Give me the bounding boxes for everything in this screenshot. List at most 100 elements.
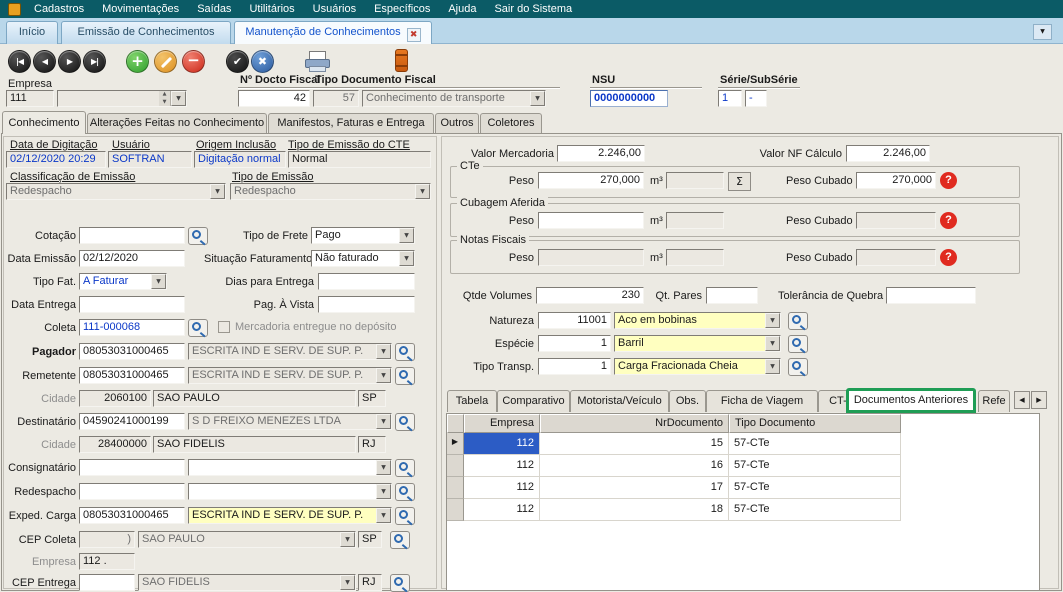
confirm-button[interactable]: ✔	[226, 50, 249, 73]
subtab-motorista-veiculo[interactable]: Motorista/Veículo	[570, 390, 669, 412]
destinatario-doc-field[interactable]: 04590241000199	[79, 413, 185, 430]
search-cotacao-button[interactable]	[188, 227, 208, 245]
exped-carga-combo[interactable]: ESCRITA IND E SERV. DE SUP. P.▼	[188, 507, 392, 524]
grid-cell-empresa[interactable]: 112	[464, 477, 540, 499]
tab-conhecimento[interactable]: Conhecimento	[2, 111, 86, 134]
subtab-ficha-de-viagem[interactable]: Ficha de Viagem	[706, 390, 818, 412]
search-cep-entrega-button[interactable]	[390, 574, 410, 592]
grid-cell-nrdocumento[interactable]: 18	[540, 499, 729, 521]
chevron-down-icon[interactable]: ▼	[399, 251, 414, 266]
print-button[interactable]	[305, 51, 331, 72]
cep-entrega-field[interactable]	[79, 574, 135, 591]
search-destinatario-button[interactable]	[395, 413, 415, 431]
grid-header-empresa[interactable]: Empresa	[464, 414, 540, 433]
especie-cod-field[interactable]: 1	[538, 335, 611, 352]
cte-peso-cubado-field[interactable]: 270,000	[856, 172, 936, 189]
tab-outros[interactable]: Outros	[435, 113, 479, 133]
pag-vista-field[interactable]	[318, 296, 415, 313]
cte-help-icon[interactable]: ?	[940, 172, 957, 189]
remetente-doc-field[interactable]: 08053031000465	[79, 367, 185, 384]
data-entrega-field[interactable]	[79, 296, 185, 313]
natureza-combo[interactable]: Aco em bobinas▼	[614, 312, 781, 329]
subtab-scroll-left-icon[interactable]: ◀	[1014, 391, 1030, 409]
grid-cell-tipo-documento[interactable]: 57-CTe	[729, 455, 901, 477]
grid-cell-empresa[interactable]: 112	[464, 433, 540, 455]
valor-mercadoria-field[interactable]: 2.246,00	[557, 145, 645, 162]
chevron-down-icon[interactable]: ▼	[765, 336, 780, 351]
search-cep-coleta-button[interactable]	[390, 531, 410, 549]
chevron-down-icon[interactable]: ▼	[765, 359, 780, 374]
menu-item-usuarios[interactable]: Usuários	[304, 0, 365, 18]
docto-fiscal-field[interactable]: 42	[238, 90, 310, 107]
menu-item-saidas[interactable]: Saídas	[188, 0, 240, 18]
tipo-transp-combo[interactable]: Carga Fracionada Cheia▼	[614, 358, 781, 375]
search-consignatario-button[interactable]	[395, 459, 415, 477]
subtab-comparativo[interactable]: Comparativo	[497, 390, 570, 412]
tab-inicio[interactable]: Início	[6, 21, 58, 44]
chevron-down-icon[interactable]: ▼	[399, 228, 414, 243]
pagador-doc-field[interactable]: 08053031000465	[79, 343, 185, 360]
subtab-documentos-anteriores[interactable]: Documentos Anteriores	[846, 388, 976, 413]
consignatario-combo[interactable]: ▼	[188, 459, 392, 476]
empresa-spinner[interactable]: ▲▼	[159, 91, 171, 106]
empresa-combo[interactable]: ▲▼ ▼	[57, 90, 187, 107]
serie-field[interactable]: 1	[718, 90, 742, 107]
tab-coletores[interactable]: Coletores	[480, 113, 542, 133]
delete-button[interactable]: −	[182, 50, 205, 73]
grid-cell-tipo-documento[interactable]: 57-CTe	[729, 433, 901, 455]
cte-peso-field[interactable]: 270,000	[538, 172, 644, 189]
natureza-cod-field[interactable]: 11001	[538, 312, 611, 329]
tipo-transp-cod-field[interactable]: 1	[538, 358, 611, 375]
cubagem-peso-field[interactable]	[538, 212, 644, 229]
dias-entrega-field[interactable]	[318, 273, 415, 290]
grid-cell-empresa[interactable]: 112	[464, 499, 540, 521]
subtab-scroll-right-icon[interactable]: ▶	[1031, 391, 1047, 409]
tab-manutencao-de-conhecimentos[interactable]: Manutenção de Conhecimentos✖	[234, 21, 432, 44]
consignatario-doc-field[interactable]	[79, 459, 185, 476]
grid-cell-nrdocumento[interactable]: 17	[540, 477, 729, 499]
close-icon[interactable]: ✖	[407, 28, 421, 42]
data-emissao-field[interactable]: 02/12/2020	[79, 250, 185, 267]
chevron-down-icon[interactable]: ▼	[1033, 24, 1052, 40]
menu-item-ajuda[interactable]: Ajuda	[439, 0, 485, 18]
grid-header-nrdocumento[interactable]: NrDocumento	[540, 414, 729, 433]
tipo-fat-combo[interactable]: A Faturar▼	[79, 273, 167, 290]
search-coleta-button[interactable]	[188, 319, 208, 337]
especie-combo[interactable]: Barril▼	[614, 335, 781, 352]
cancel-button[interactable]: ✖	[251, 50, 274, 73]
chevron-down-icon[interactable]: ▼	[376, 484, 391, 499]
search-tipo-transp-button[interactable]	[788, 358, 808, 376]
add-button[interactable]: +	[126, 50, 149, 73]
search-especie-button[interactable]	[788, 335, 808, 353]
cargo-barrel-icon[interactable]	[395, 49, 408, 72]
menu-item-movimentacoes[interactable]: Movimentações	[93, 0, 188, 18]
search-redespacho-button[interactable]	[395, 483, 415, 501]
chevron-down-icon[interactable]: ▼	[376, 460, 391, 475]
tab-alteracoes[interactable]: Alterações Feitas no Conhecimento	[87, 113, 267, 133]
search-pagador-button[interactable]	[395, 343, 415, 361]
subtab-obs[interactable]: Obs.	[669, 390, 706, 412]
redespacho-doc-field[interactable]	[79, 483, 185, 500]
grid-cell-nrdocumento[interactable]: 16	[540, 455, 729, 477]
coleta-field[interactable]: 111-000068	[79, 319, 185, 336]
redespacho-combo[interactable]: ▼	[188, 483, 392, 500]
sum-button[interactable]: Σ	[728, 172, 751, 191]
chevron-down-icon[interactable]: ▼	[376, 508, 391, 523]
nav-last-button[interactable]: ▶|	[83, 50, 106, 73]
edit-button[interactable]	[154, 50, 177, 73]
nav-first-button[interactable]: |◀	[8, 50, 31, 73]
nav-prev-button[interactable]: ◀	[33, 50, 56, 73]
search-exped-carga-button[interactable]	[395, 507, 415, 525]
tolerancia-field[interactable]	[886, 287, 976, 304]
qtde-volumes-field[interactable]: 230	[536, 287, 644, 304]
cubagem-help-icon[interactable]: ?	[940, 212, 957, 229]
cotacao-field[interactable]	[79, 227, 185, 244]
chevron-down-icon[interactable]: ▼	[171, 91, 186, 106]
exped-carga-doc-field[interactable]: 08053031000465	[79, 507, 185, 524]
subtab-tabela[interactable]: Tabela	[447, 390, 497, 412]
menu-item-sair-do-sistema[interactable]: Sair do Sistema	[485, 0, 581, 18]
subtab-referencias[interactable]: Refe	[978, 390, 1010, 412]
search-natureza-button[interactable]	[788, 312, 808, 330]
tab-manifestos[interactable]: Manifestos, Faturas e Entrega	[268, 113, 434, 133]
tab-emissao-de-conhecimentos[interactable]: Emissão de Conhecimentos	[61, 21, 231, 44]
